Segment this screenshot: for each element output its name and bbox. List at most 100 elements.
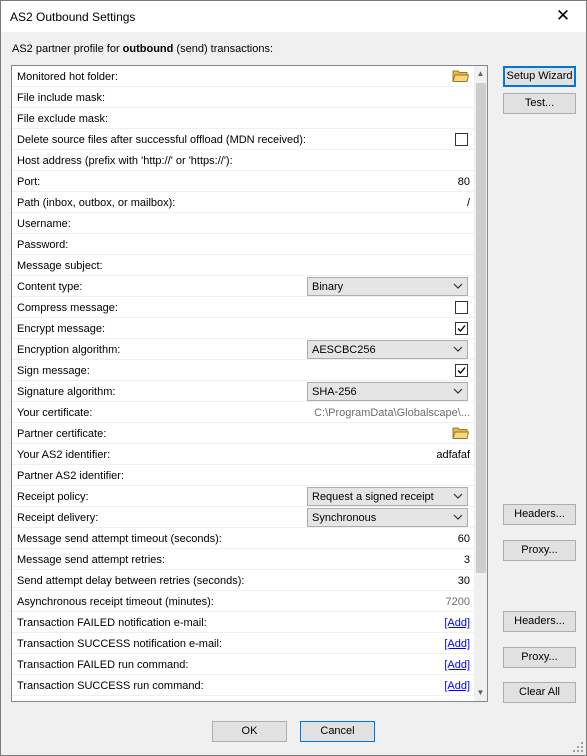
property-label: Transaction FAILED run command: [17,659,189,671]
property-label: Partner certificate: [17,428,107,440]
property-row[interactable]: Username: [12,213,474,234]
property-rows: Monitored hot folder: File include mask: F… [12,66,474,696]
scroll-up-icon[interactable]: ▲ [474,66,487,82]
property-value: / [466,197,470,209]
setup-wizard-button[interactable]: Setup Wizard [503,66,576,87]
property-select[interactable]: Binary [307,277,468,296]
property-value: 7200 [445,596,470,608]
property-label: Port: [17,176,41,188]
test-button[interactable]: Test... [503,93,576,114]
property-row[interactable]: Delete source files after successful off… [12,129,474,150]
property-row[interactable]: File include mask: [12,87,474,108]
property-checkbox[interactable] [455,133,468,146]
add-link[interactable]: [Add] [444,659,470,671]
property-label: File include mask: [17,92,106,104]
headers-button-2[interactable]: Headers... [503,611,576,632]
chevron-down-icon [453,511,463,523]
ok-button[interactable]: OK [212,721,287,742]
property-label: Sign message: [17,365,90,377]
property-label: Message subject: [17,260,103,272]
add-link[interactable]: [Add] [444,638,470,650]
property-row[interactable]: Compress message: [12,297,474,318]
property-value: 3 [463,554,470,566]
property-row[interactable]: Your AS2 identifier: adfafaf [12,444,474,465]
property-row[interactable]: Your certificate: C:\ProgramData\Globalsc… [12,402,474,423]
property-select[interactable]: AESCBC256 [307,340,468,359]
property-row[interactable]: Message send attempt retries: 3 [12,549,474,570]
property-row[interactable]: Partner AS2 identifier: [12,465,474,486]
property-select[interactable]: Synchronous [307,508,468,527]
property-grid: Monitored hot folder: File include mask: F… [11,65,488,702]
property-row[interactable]: Port: 80 [12,171,474,192]
property-checkbox[interactable] [455,301,468,314]
property-select[interactable]: SHA-256 [307,382,468,401]
property-label: Delete source files after successful off… [17,134,306,146]
chevron-down-icon [453,385,463,397]
checkmark-icon [457,325,466,332]
property-row[interactable]: Password: [12,234,474,255]
property-label: Your certificate: [17,407,93,419]
property-checkbox[interactable] [455,322,468,335]
window-title: AS2 Outbound Settings [10,10,136,24]
headers-button-1[interactable]: Headers... [503,504,576,525]
property-select[interactable]: Request a signed receipt [307,487,468,506]
property-row[interactable]: Content type: Binary [12,276,474,297]
property-label: Your AS2 identifier: [17,449,111,461]
property-label: File exclude mask: [17,113,109,125]
property-label: Send attempt delay between retries (seco… [17,575,245,587]
property-row[interactable]: Message send attempt timeout (seconds): 6… [12,528,474,549]
property-row[interactable]: Receipt delivery: Synchronous [12,507,474,528]
property-label: Password: [17,239,69,251]
chevron-down-icon [453,343,463,355]
resize-grip-icon[interactable] [572,741,584,753]
add-link[interactable]: [Add] [444,680,470,692]
folder-icon[interactable] [452,426,470,440]
property-row[interactable]: Transaction SUCCESS run command: [Add] [12,675,474,696]
property-row[interactable]: Encryption algorithm: AESCBC256 [12,339,474,360]
property-row[interactable]: Path (inbox, outbox, or mailbox): / [12,192,474,213]
property-row[interactable]: Sign message: [12,360,474,381]
chevron-down-icon [453,280,463,292]
add-link[interactable]: [Add] [444,617,470,629]
proxy-button-1[interactable]: Proxy... [503,540,576,561]
property-row[interactable]: Send attempt delay between retries (seco… [12,570,474,591]
property-row[interactable]: Partner certificate: [12,423,474,444]
dialog-subtitle: AS2 partner profile for outbound (send) … [12,43,273,55]
scroll-down-icon[interactable]: ▼ [474,685,487,701]
property-row[interactable]: Transaction FAILED run command: [Add] [12,654,474,675]
title-bar: AS2 Outbound Settings ✕ [1,1,586,32]
cancel-button[interactable]: Cancel [300,721,375,742]
property-label: Transaction SUCCESS run command: [17,680,204,692]
property-value: 80 [457,176,470,188]
property-row[interactable]: Asynchronous receipt timeout (minutes): 7… [12,591,474,612]
dialog-window: AS2 Outbound Settings ✕ AS2 partner prof… [0,0,587,756]
vertical-scrollbar[interactable]: ▲ ▼ [474,66,487,701]
select-value: AESCBC256 [312,344,376,356]
proxy-button-2[interactable]: Proxy... [503,647,576,668]
clear-all-button[interactable]: Clear All [503,682,576,703]
property-row[interactable]: Transaction SUCCESS notification e-mail:… [12,633,474,654]
property-label: Signature algorithm: [17,386,116,398]
property-label: Partner AS2 identifier: [17,470,125,482]
scroll-thumb[interactable] [476,83,486,573]
property-row[interactable]: Host address (prefix with 'http://' or '… [12,150,474,171]
property-row[interactable]: Message subject: [12,255,474,276]
property-row[interactable]: Monitored hot folder: [12,66,474,87]
property-label: Receipt delivery: [17,512,99,524]
property-row[interactable]: Encrypt message: [12,318,474,339]
property-label: Receipt policy: [17,491,89,503]
folder-icon[interactable] [452,69,470,83]
property-value: 30 [457,575,470,587]
subtitle-suffix: (send) transactions: [173,43,274,55]
property-row[interactable]: Receipt policy: Request a signed receipt [12,486,474,507]
select-value: SHA-256 [312,386,357,398]
close-icon[interactable]: ✕ [540,1,586,32]
property-row[interactable]: Signature algorithm: SHA-256 [12,381,474,402]
property-label: Transaction SUCCESS notification e-mail: [17,638,223,650]
property-label: Username: [17,218,71,230]
property-row[interactable]: File exclude mask: [12,108,474,129]
property-checkbox[interactable] [455,364,468,377]
property-label: Message send attempt retries: [17,554,165,566]
property-row[interactable]: Transaction FAILED notification e-mail: [… [12,612,474,633]
chevron-down-icon [453,490,463,502]
